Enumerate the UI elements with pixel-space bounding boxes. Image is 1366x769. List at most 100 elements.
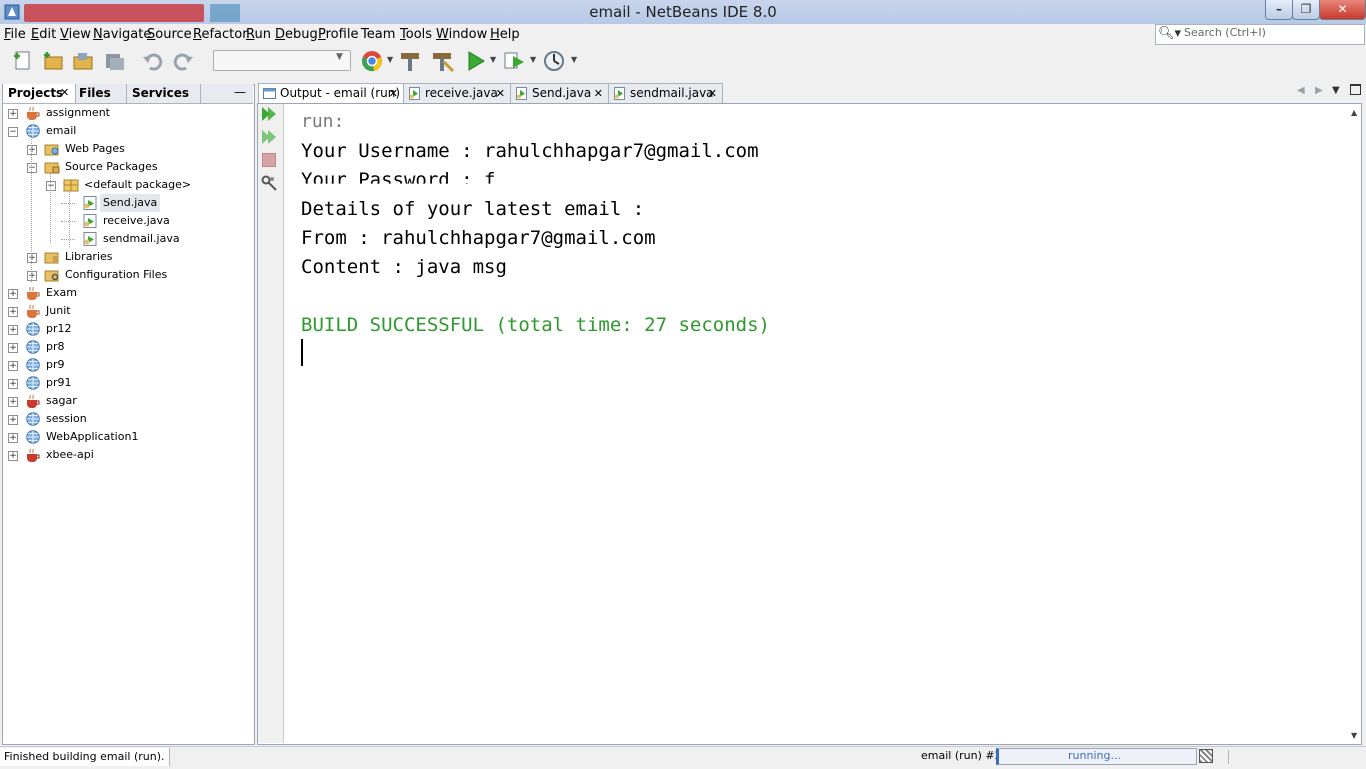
settings-icon[interactable]: [260, 174, 278, 192]
output-icon: [263, 88, 276, 99]
tree-item-label: pr8: [46, 340, 65, 353]
debug-icon[interactable]: [502, 48, 528, 74]
menu-source[interactable]: Source: [147, 27, 192, 42]
tree-item-label: Send.java: [100, 194, 161, 212]
menu-tools[interactable]: Tools: [400, 27, 432, 42]
tree-item-label: xbee-api: [46, 448, 94, 461]
close-button[interactable]: ✕: [1319, 0, 1366, 20]
tab-receive-java[interactable]: receive.java ✕: [403, 83, 511, 103]
clean-build-icon[interactable]: [430, 48, 456, 74]
menu-navigate[interactable]: Navigate: [93, 27, 151, 42]
new-project-icon[interactable]: [40, 48, 66, 74]
globe-icon: [26, 412, 40, 426]
expand-toggle-icon[interactable]: +: [27, 271, 37, 281]
browser-icon[interactable]: [360, 48, 386, 74]
cancel-task-icon[interactable]: [1199, 749, 1213, 763]
close-icon[interactable]: ✕: [594, 84, 603, 103]
expand-toggle-icon[interactable]: +: [8, 307, 18, 317]
expand-toggle-icon[interactable]: +: [8, 433, 18, 443]
rerun-icon[interactable]: [260, 106, 278, 122]
stop-icon[interactable]: [262, 153, 276, 167]
expand-toggle-icon[interactable]: +: [8, 415, 18, 425]
running-task-label[interactable]: email (run) #2: [921, 749, 1002, 762]
rerun-with-parameters-icon[interactable]: [260, 129, 278, 145]
tree-item-label: sendmail.java: [103, 232, 180, 245]
tab-send-java[interactable]: Send.java ✕: [510, 83, 609, 103]
expand-toggle-icon[interactable]: +: [8, 379, 18, 389]
scroll-tabs-left-icon[interactable]: ◀: [1297, 85, 1305, 96]
scroll-tabs-right-icon[interactable]: ▶: [1315, 85, 1323, 96]
cfgfolder-icon: [44, 270, 59, 282]
close-icon[interactable]: ✕: [60, 86, 69, 99]
coffee2-icon: [27, 448, 40, 462]
redo-icon[interactable]: [170, 48, 196, 74]
tab-output-email-run[interactable]: Output - email (run) ✕: [258, 83, 404, 104]
menu-run[interactable]: Run: [246, 27, 271, 42]
maximize-window-icon[interactable]: [1350, 84, 1361, 95]
configuration-dropdown[interactable]: [213, 50, 351, 71]
globe-icon: [26, 358, 40, 372]
run-icon[interactable]: [463, 48, 489, 74]
new-file-icon[interactable]: [10, 48, 36, 74]
menu-edit[interactable]: Edit: [31, 27, 56, 42]
menu-help[interactable]: Help: [490, 27, 520, 42]
java-icon: [83, 196, 97, 210]
menu-profile[interactable]: Profile: [318, 27, 358, 42]
expand-toggle-icon[interactable]: +: [8, 361, 18, 371]
search-placeholder: Search (Ctrl+I): [1184, 26, 1266, 39]
coffee-icon: [27, 304, 40, 318]
tab-services[interactable]: Services: [132, 86, 189, 100]
tab-sendmail-java[interactable]: sendmail.java ✕: [608, 83, 723, 103]
tree-item-label: <default package>: [84, 178, 192, 191]
menu-team[interactable]: Team: [361, 27, 395, 42]
tree-item-label: Source Packages: [65, 160, 158, 173]
expand-toggle-icon[interactable]: +: [8, 325, 18, 335]
minimize-panel-button[interactable]: —: [234, 85, 246, 99]
chevron-down-icon[interactable]: ▼: [490, 55, 496, 64]
expand-toggle-icon[interactable]: +: [8, 451, 18, 461]
tab-files[interactable]: Files: [79, 86, 111, 100]
expand-toggle-icon[interactable]: +: [27, 145, 37, 155]
chevron-down-icon[interactable]: ▼: [387, 55, 393, 64]
menu-debug[interactable]: Debug: [275, 27, 318, 42]
menu-window[interactable]: Window: [436, 27, 487, 42]
tab-projects-label[interactable]: Projects: [8, 86, 63, 100]
scroll-up-icon[interactable]: ▲: [1351, 108, 1357, 117]
undo-icon[interactable]: [140, 48, 166, 74]
profile-icon[interactable]: [542, 48, 568, 74]
progress-text: running...: [1068, 749, 1121, 762]
chevron-down-icon[interactable]: ▼: [530, 55, 536, 64]
tab-label: Send.java: [532, 86, 592, 100]
close-icon[interactable]: ✕: [496, 84, 505, 103]
show-opened-documents-icon[interactable]: ▼: [1332, 85, 1340, 96]
close-icon[interactable]: ✕: [389, 84, 398, 103]
expand-toggle-icon[interactable]: −: [46, 181, 56, 191]
tree-item-label: Web Pages: [65, 142, 125, 155]
tab-divider: [126, 84, 127, 103]
maximize-button[interactable]: ❐: [1292, 0, 1320, 20]
tree-connector: [61, 239, 75, 240]
save-all-icon[interactable]: [101, 48, 127, 74]
expand-toggle-icon[interactable]: +: [8, 289, 18, 299]
tree-item-label: Junit: [46, 304, 71, 317]
tree-guide: [31, 137, 32, 282]
expand-toggle-icon[interactable]: −: [27, 163, 37, 173]
expand-toggle-icon[interactable]: +: [27, 253, 37, 263]
output-line: BUILD SUCCESSFUL (total time: 27 seconds…: [301, 314, 770, 336]
minimize-button[interactable]: –: [1265, 0, 1293, 20]
menu-file[interactable]: File: [4, 27, 26, 42]
java-file-icon: [409, 87, 420, 100]
chevron-down-icon[interactable]: ▼: [571, 55, 577, 64]
scroll-down-icon[interactable]: ▼: [1351, 731, 1357, 740]
menu-refactor[interactable]: Refactor: [193, 27, 248, 42]
build-icon[interactable]: [398, 48, 424, 74]
expand-toggle-icon[interactable]: +: [8, 109, 18, 119]
expand-toggle-icon[interactable]: +: [8, 343, 18, 353]
java-icon: [83, 232, 97, 246]
open-project-icon[interactable]: [70, 48, 96, 74]
expand-toggle-icon[interactable]: +: [8, 397, 18, 407]
close-icon[interactable]: ✕: [708, 84, 717, 103]
tree-guide: [69, 191, 70, 247]
expand-toggle-icon[interactable]: −: [8, 127, 18, 137]
menu-view[interactable]: View: [60, 27, 91, 42]
